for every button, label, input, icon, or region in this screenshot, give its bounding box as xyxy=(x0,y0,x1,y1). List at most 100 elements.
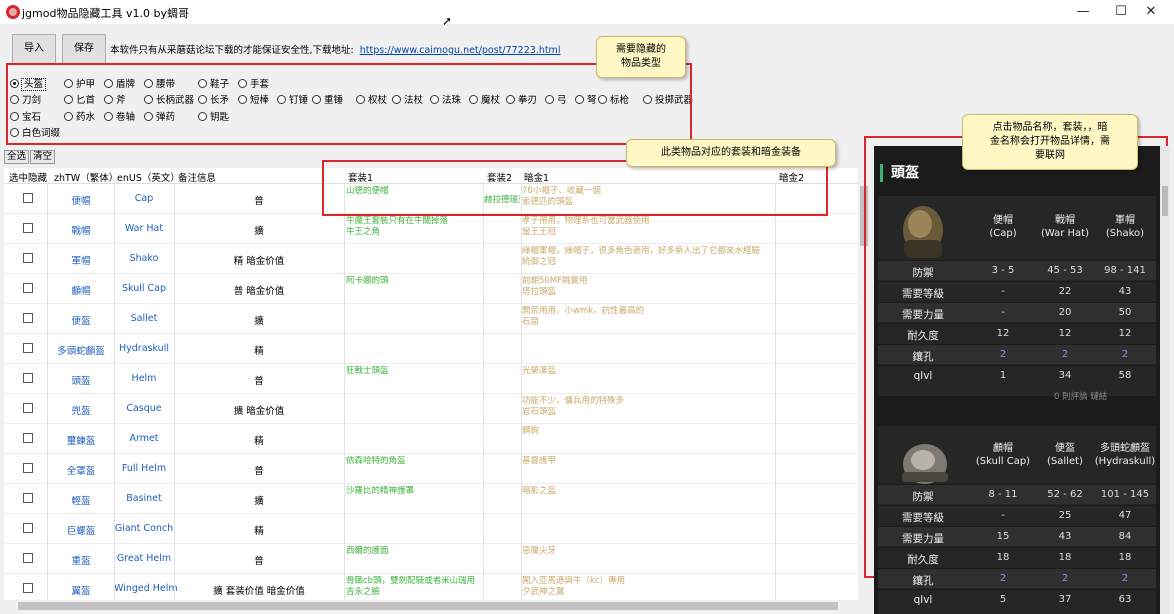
item-name-zh[interactable]: 全罩盔 xyxy=(48,463,114,477)
set1-link[interactable] xyxy=(346,246,484,272)
item-name-en[interactable]: Shako xyxy=(114,253,174,264)
unique1-link[interactable]: 功能不少，傭兵用的特殊多 岩石頭盔 xyxy=(522,396,772,422)
comments-link[interactable]: 0 則評論 鏈結 xyxy=(1054,390,1107,402)
item-name-zh[interactable]: 戰帽 xyxy=(48,223,114,237)
table-horizontal-scrollbar[interactable] xyxy=(4,600,858,612)
hide-checkbox[interactable] xyxy=(23,403,33,413)
set1-link[interactable]: 狂戰士頭盔 xyxy=(346,366,484,392)
set1-link[interactable]: 西爾的護面 xyxy=(346,546,484,572)
unique1-link[interactable] xyxy=(522,516,772,542)
item-name-zh[interactable]: 翼盔 xyxy=(48,583,114,597)
hide-checkbox[interactable] xyxy=(23,253,33,263)
col-skull-cap[interactable]: 顱帽 (Skull Cap) xyxy=(972,442,1034,468)
item-name-zh[interactable]: 璽鍊盔 xyxy=(48,433,114,447)
col-shako[interactable]: 軍帽 (Shako) xyxy=(1094,214,1156,240)
download-link[interactable]: https://www.caimogu.net/post/77223.html xyxy=(360,45,561,56)
hide-checkbox[interactable] xyxy=(23,583,33,593)
set1-link[interactable]: 牛魔王套裝只有在牛關掉落 牛王之角 xyxy=(346,216,484,242)
stat-value: 18 xyxy=(1058,552,1072,563)
stat-value: 3 - 5 xyxy=(991,265,1015,276)
item-note: 普 xyxy=(254,376,264,387)
hide-checkbox[interactable] xyxy=(23,463,33,473)
item-name-en[interactable]: Hydraskull xyxy=(114,343,174,354)
unique1-link[interactable]: 暗影之盔 xyxy=(522,486,772,512)
close-button[interactable]: ✕ xyxy=(1128,0,1174,24)
item-name-zh[interactable]: 巨螺盔 xyxy=(48,523,114,537)
col-hydraskull[interactable]: 多頭蛇顱盔 (Hydraskull) xyxy=(1094,442,1156,468)
item-name-zh[interactable]: 便盔 xyxy=(48,313,114,327)
stat-label: 防禦 xyxy=(912,267,934,279)
col-header-zhtw[interactable]: zhTW（繁体） xyxy=(54,170,118,184)
hide-checkbox[interactable] xyxy=(23,373,33,383)
hide-checkbox[interactable] xyxy=(23,493,33,503)
item-name-en[interactable]: Sallet xyxy=(114,313,174,324)
scrollbar-thumb[interactable] xyxy=(1162,186,1168,216)
col-war-hat[interactable]: 戰帽 (War Hat) xyxy=(1034,214,1096,240)
item-name-zh[interactable]: 顱帽 xyxy=(48,283,114,297)
item-name-en[interactable]: War Hat xyxy=(114,223,174,234)
set1-link[interactable] xyxy=(346,516,484,542)
unique1-link[interactable] xyxy=(522,336,772,362)
stat-label: 耐久度 xyxy=(907,554,939,566)
item-name-en[interactable]: Skull Cap xyxy=(114,283,174,294)
item-name-en[interactable]: Helm xyxy=(114,373,174,384)
unique1-link[interactable]: 基督護甲 xyxy=(522,456,772,482)
item-name-zh[interactable]: 兜盔 xyxy=(48,403,114,417)
stat-row: 防禦 3 - 5 45 - 53 98 - 141 xyxy=(878,260,1156,280)
set1-link[interactable]: 阿卡娜的頭 xyxy=(346,276,484,302)
scrollbar-thumb[interactable] xyxy=(18,602,838,610)
set1-link[interactable] xyxy=(346,336,484,362)
save-button[interactable]: 保存 xyxy=(62,34,106,64)
select-all-button[interactable]: 全选 xyxy=(4,150,30,164)
stat-value: 2 xyxy=(1121,573,1129,584)
item-name-en[interactable]: Armet xyxy=(114,433,174,444)
item-name-zh[interactable]: 輕盔 xyxy=(48,493,114,507)
item-note: 精 xyxy=(254,526,264,537)
clear-button[interactable]: 清空 xyxy=(30,150,56,164)
hide-checkbox[interactable] xyxy=(23,523,33,533)
unique1-link[interactable]: 鋼鉤 xyxy=(522,426,772,452)
set1-link[interactable]: 沙羅比的精神護罩 xyxy=(346,486,484,512)
hide-checkbox[interactable] xyxy=(23,343,33,353)
panel-scrollbar[interactable] xyxy=(1160,146,1170,614)
hide-checkbox[interactable] xyxy=(23,553,33,563)
set1-link[interactable] xyxy=(346,306,484,332)
item-name-en[interactable]: Casque xyxy=(114,403,174,414)
unique1-link[interactable]: 綠帽軍帽，綠帽子，很多角色適用，好多新人出了它都來水經驗 統御之冠 xyxy=(522,246,772,272)
item-name-en[interactable]: Full Helm xyxy=(114,463,174,474)
unique1-link[interactable]: 闖入亞馬遜與牛（kc）專用 夕武神之翼 xyxy=(522,576,772,600)
unique1-link[interactable]: 前期50MF跳實用 塔拉頭盔 xyxy=(522,276,772,302)
col-cap[interactable]: 便帽 (Cap) xyxy=(972,214,1034,240)
stat-row: 需要等級 - 25 47 xyxy=(878,505,1156,525)
item-name-zh[interactable]: 多頭蛇顱盔 xyxy=(48,343,114,357)
table-row: 頭盔 Helm 普 狂戰士頭盔 光榮凜盔 xyxy=(4,364,858,394)
unique1-link[interactable]: 光榮凜盔 xyxy=(522,366,772,392)
unique1-link[interactable]: 惡魔尖牙 xyxy=(522,546,772,572)
item-name-en[interactable]: Giant Conch xyxy=(114,523,174,534)
hide-checkbox[interactable] xyxy=(23,193,33,203)
item-name-zh[interactable]: 重盔 xyxy=(48,553,114,567)
item-name-en[interactable]: Winged Helm xyxy=(114,583,178,594)
hide-checkbox[interactable] xyxy=(23,433,33,443)
item-name-zh[interactable]: 便帽 xyxy=(48,193,114,207)
set1-link[interactable] xyxy=(346,426,484,452)
col-sallet[interactable]: 便盔 (Sallet) xyxy=(1034,442,1096,468)
item-name-zh[interactable]: 軍帽 xyxy=(48,253,114,267)
hide-checkbox[interactable] xyxy=(23,283,33,293)
item-name-zh[interactable]: 頭盔 xyxy=(48,373,114,387)
import-button[interactable]: 导入 xyxy=(12,34,56,64)
item-name-en[interactable]: Cap xyxy=(114,193,174,204)
set1-link[interactable]: 依森哈特的角盔 xyxy=(346,456,484,482)
unique1-link[interactable]: 開荒用用，小wmk，抗性最高的 石窟 xyxy=(522,306,772,332)
hide-checkbox[interactable] xyxy=(23,223,33,233)
col-header-note[interactable]: 备注信息 xyxy=(178,170,216,184)
stat-label: qlvl xyxy=(913,370,933,382)
item-name-en[interactable]: Great Helm xyxy=(114,553,174,564)
set1-link[interactable]: 骨職cb頭，雙劍配騎或者米山瑞用 吉永之臉 xyxy=(346,576,484,600)
set1-link[interactable] xyxy=(346,396,484,422)
col-header-hide[interactable]: 选中隐藏 xyxy=(9,170,47,184)
item-name-en[interactable]: Basinet xyxy=(114,493,174,504)
col-header-enus[interactable]: enUS（英文） xyxy=(117,170,180,184)
hide-checkbox[interactable] xyxy=(23,313,33,323)
unique1-link[interactable]: 孝子帶用，物理系也可當武器使用 蠻王王冠 xyxy=(522,216,772,242)
